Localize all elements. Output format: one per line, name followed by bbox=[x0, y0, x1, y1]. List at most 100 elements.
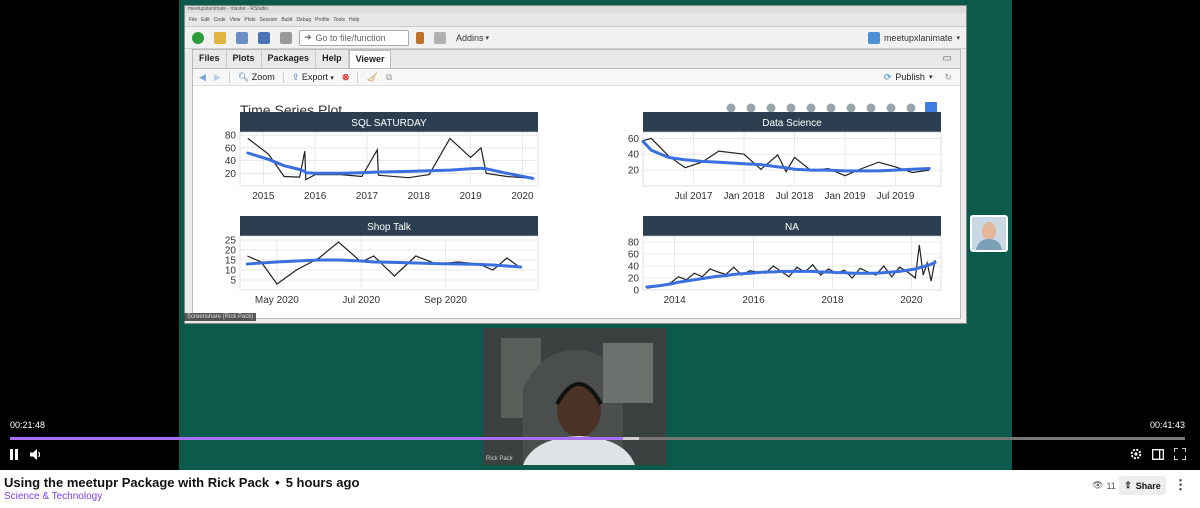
popout-icon[interactable]: ⧉ bbox=[386, 72, 392, 83]
save-all-icon bbox=[258, 31, 270, 44]
rstudio-window: meetupxlanimate - master - RStudio File … bbox=[184, 5, 967, 324]
export-icon: ⇪ bbox=[291, 71, 300, 82]
tab-files[interactable]: Files bbox=[193, 50, 227, 68]
folder-icon bbox=[214, 31, 226, 44]
goto-file-input[interactable]: ➜ Go to file/function bbox=[299, 29, 409, 46]
publish-button[interactable]: ⟳ Publish ▾ ↻ bbox=[884, 72, 960, 83]
menu-session[interactable]: Session bbox=[260, 17, 278, 23]
y-tick-label: 60 bbox=[628, 134, 640, 145]
participant-thumbnail[interactable] bbox=[970, 215, 1008, 252]
y-tick-label: 20 bbox=[225, 169, 237, 180]
addins-menu[interactable]: Addins ▾ bbox=[453, 30, 492, 46]
plot-svg[interactable]: Time Series Plot SQL SATURDAY80604020201… bbox=[193, 86, 960, 318]
project-icon bbox=[867, 31, 880, 44]
menu-plots[interactable]: Plots bbox=[244, 17, 255, 23]
zoom-button[interactable]: 🔍︎ Zoom bbox=[238, 72, 275, 83]
pause-icon bbox=[10, 448, 18, 460]
save-button[interactable] bbox=[233, 30, 251, 46]
hover-closest-icon bbox=[886, 103, 896, 113]
x-tick-label: 2016 bbox=[304, 191, 327, 202]
facet-title: NA bbox=[785, 222, 799, 233]
save-all-button[interactable] bbox=[255, 30, 273, 46]
back-arrow-icon[interactable]: ◀ bbox=[199, 72, 206, 83]
pane-tabs: Files Plots Packages Help Viewer ▭ bbox=[193, 50, 960, 69]
chevron-down-icon: ▾ bbox=[956, 34, 960, 42]
menu-debug[interactable]: Debug bbox=[296, 17, 311, 23]
x-tick-label: 2014 bbox=[663, 295, 686, 306]
x-tick-label: 2017 bbox=[356, 191, 379, 202]
menu-help[interactable]: Help bbox=[349, 17, 359, 23]
plot-area: Time Series Plot SQL SATURDAY 80 60 40 20 201… bbox=[193, 86, 960, 318]
menu-bar: File Edit Code View Plots Session Build … bbox=[185, 13, 966, 27]
x-tick-label: 2020 bbox=[511, 191, 534, 202]
chevron-down-icon: ▾ bbox=[928, 74, 933, 81]
y-tick-label: 5 bbox=[230, 276, 236, 287]
git-icon bbox=[416, 31, 424, 44]
viewer-count: 👁︎ 11 bbox=[1092, 480, 1116, 491]
volume-button[interactable] bbox=[30, 448, 42, 460]
x-tick-label: 2015 bbox=[252, 191, 275, 202]
forward-arrow-icon[interactable]: ▶ bbox=[214, 72, 221, 83]
y-tick-label: 20 bbox=[628, 166, 640, 177]
menu-file[interactable]: File bbox=[189, 17, 197, 23]
x-tick-label: Sep 2020 bbox=[424, 295, 467, 306]
tab-packages[interactable]: Packages bbox=[262, 50, 317, 68]
settings-button[interactable] bbox=[1130, 448, 1142, 460]
broom-icon[interactable]: 🧹︎ bbox=[366, 72, 377, 83]
refresh-icon[interactable]: ↻ bbox=[944, 72, 952, 83]
spike-lines-icon bbox=[866, 103, 876, 113]
open-file-button[interactable] bbox=[211, 30, 229, 46]
new-file-button[interactable] bbox=[189, 30, 207, 46]
home-icon bbox=[846, 103, 856, 113]
plus-icon bbox=[192, 31, 204, 44]
y-tick-label: 40 bbox=[225, 156, 237, 167]
viewer-pane: Files Plots Packages Help Viewer ▭ ◀ ▶ 🔍… bbox=[192, 49, 961, 319]
title-separator: • bbox=[275, 475, 280, 490]
category-link[interactable]: Science & Technology bbox=[4, 491, 102, 502]
export-label: Export bbox=[301, 71, 328, 82]
menu-edit[interactable]: Edit bbox=[201, 17, 210, 23]
menu-tools[interactable]: Tools bbox=[333, 17, 345, 23]
share-button[interactable]: ⇧ Share bbox=[1119, 476, 1166, 495]
tab-viewer[interactable]: Viewer bbox=[348, 50, 392, 68]
menu-code[interactable]: Code bbox=[214, 17, 226, 23]
clear-viewer-icon[interactable]: ⊗ bbox=[342, 72, 350, 83]
fullscreen-button[interactable] bbox=[1174, 448, 1186, 460]
facet-panel-3: Shop Talk252015105May 2020 Jul 2020 Sep 20… bbox=[225, 216, 539, 306]
theatre-mode-button[interactable] bbox=[1152, 448, 1164, 460]
seek-bar[interactable] bbox=[10, 437, 1185, 440]
grid-button[interactable] bbox=[431, 30, 449, 46]
facets: SQL SATURDAY806040202015 2016 2017 2018 2019… bbox=[225, 112, 942, 306]
magnifier-icon: 🔍︎ bbox=[237, 71, 250, 82]
player-controls-left bbox=[8, 448, 42, 460]
x-tick-label: Jul 2018 bbox=[776, 191, 814, 202]
zoom-icon bbox=[746, 103, 756, 113]
viewer-count-value: 11 bbox=[1106, 480, 1116, 491]
export-button[interactable]: ⇪ Export ▾ bbox=[292, 72, 334, 83]
project-menu[interactable]: meetupxlanimate ▾ bbox=[867, 31, 966, 44]
arrow-right-icon: ➜ bbox=[304, 32, 312, 42]
maximize-pane-icon[interactable]: ▭ bbox=[943, 53, 952, 64]
tab-plots[interactable]: Plots bbox=[227, 50, 262, 68]
project-label: meetupxlanimate bbox=[883, 32, 953, 43]
vcs-button[interactable] bbox=[413, 30, 427, 46]
y-tick-label: 60 bbox=[628, 250, 640, 261]
addins-label: Addins bbox=[456, 32, 484, 43]
y-tick-label: 80 bbox=[628, 238, 640, 249]
gear-icon bbox=[1130, 448, 1142, 460]
print-button[interactable] bbox=[277, 30, 295, 46]
toolbar-divider bbox=[357, 71, 359, 83]
more-options-icon[interactable]: ⋮ bbox=[1174, 477, 1187, 493]
pause-button[interactable] bbox=[8, 448, 20, 460]
video-player[interactable]: meetupxlanimate - master - RStudio File … bbox=[0, 0, 1200, 470]
y-tick-label: 40 bbox=[628, 150, 640, 161]
menu-profile[interactable]: Profile bbox=[315, 17, 329, 23]
player-controls-right bbox=[1130, 448, 1186, 460]
toolbar-divider bbox=[228, 71, 230, 83]
tab-help[interactable]: Help bbox=[316, 50, 349, 68]
menu-build[interactable]: Build bbox=[281, 17, 292, 23]
video-title-row: Using the meetupr Package with Rick Pack… bbox=[4, 475, 359, 490]
video-age: 5 hours ago bbox=[285, 475, 360, 490]
x-tick-label: 2018 bbox=[821, 295, 844, 306]
menu-view[interactable]: View bbox=[230, 17, 241, 23]
